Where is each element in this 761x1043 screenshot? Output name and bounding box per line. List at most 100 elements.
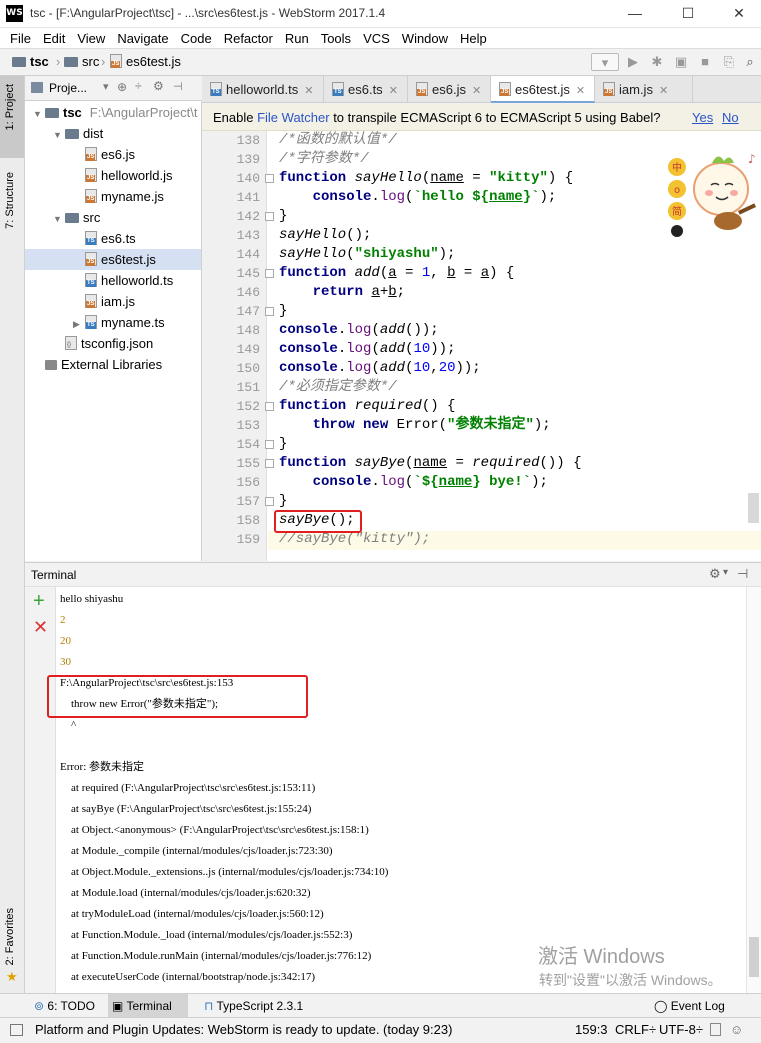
project-view-selector[interactable]: Proje... (49, 81, 87, 95)
todo-tool-tab[interactable]: ⊚ 6: TODO (34, 994, 95, 1018)
caret-position[interactable]: 159:3 (575, 1018, 608, 1042)
new-session-plus-icon[interactable]: + (33, 589, 45, 613)
yes-link[interactable]: Yes (692, 104, 713, 131)
fold-marker-icon[interactable] (265, 269, 274, 278)
tab-es6-ts[interactable]: es6.ts ✕ (324, 76, 408, 103)
tree-item[interactable]: ▼ tsc F:\AngularProject\t (25, 102, 201, 123)
close-tab-icon[interactable]: ✕ (576, 85, 585, 97)
code-line[interactable]: } (279, 492, 287, 511)
code-line[interactable]: /*字符参数*/ (279, 150, 369, 169)
fold-marker-icon[interactable] (265, 212, 274, 221)
terminal-tool-tab[interactable]: ▣ Terminal (108, 994, 188, 1018)
view-dropdown-icon[interactable]: ▾ (103, 80, 109, 93)
code-line[interactable]: /*函数的默认值*/ (279, 131, 397, 150)
tree-item[interactable]: External Libraries (25, 354, 201, 375)
menu-vcs[interactable]: VCS (363, 31, 390, 46)
editor-scrollbar-thumb[interactable] (748, 493, 759, 523)
expand-arrow-icon[interactable]: ▼ (53, 125, 65, 146)
collapse-arrow-icon[interactable]: ▶ (73, 314, 85, 335)
tree-item[interactable]: tsconfig.json (25, 333, 201, 354)
menu-file[interactable]: File (10, 31, 31, 46)
tab-iam-js[interactable]: iam.js ✕ (595, 76, 693, 103)
terminal-scrollbar-thumb[interactable] (749, 937, 759, 977)
minimize-button[interactable]: — (625, 4, 645, 22)
code-line[interactable]: console.log(`${name} bye!`); (279, 473, 548, 492)
tree-item[interactable]: ▶ myname.ts (25, 312, 201, 333)
expand-arrow-icon[interactable]: ▼ (33, 104, 45, 125)
file-encoding[interactable]: UTF-8÷ (659, 1018, 703, 1042)
tree-item[interactable]: helloworld.js (25, 165, 201, 186)
fold-marker-icon[interactable] (265, 174, 274, 183)
terminal-output[interactable]: hello shiyashu 2 20 30 F:\AngularProject\tsc… (56, 587, 746, 993)
tree-item[interactable]: es6test.js (25, 249, 201, 270)
inspector-icon[interactable]: ☺ (730, 1018, 743, 1042)
menu-tools[interactable]: Tools (321, 31, 351, 46)
menu-run[interactable]: Run (285, 31, 309, 46)
code-line[interactable]: console.log(add()); (279, 321, 439, 340)
tree-item[interactable]: es6.ts (25, 228, 201, 249)
vcs-icon[interactable]: ⎘ (720, 53, 738, 71)
close-button[interactable]: ✕ (729, 4, 749, 22)
tree-item[interactable]: iam.js (25, 291, 201, 312)
file-watcher-link[interactable]: File Watcher (257, 110, 329, 125)
terminal-settings-dropdown-icon[interactable]: ▾ (723, 567, 728, 578)
stop-icon[interactable]: ■ (696, 53, 714, 71)
tab-helloworld-ts[interactable]: helloworld.ts ✕ (202, 76, 324, 103)
breadcrumb-tsc[interactable]: tsc (12, 54, 49, 69)
menu-edit[interactable]: Edit (43, 31, 65, 46)
code-line[interactable]: } (279, 207, 287, 226)
close-session-x-icon[interactable]: ✕ (33, 615, 48, 639)
run-icon[interactable]: ▶ (624, 53, 642, 71)
code-line[interactable]: function sayBye(name = required()) { (279, 454, 582, 473)
collapse-all-icon[interactable]: ÷ (135, 79, 142, 93)
close-tab-icon[interactable]: ✕ (659, 85, 668, 97)
menu-window[interactable]: Window (402, 31, 448, 46)
lock-icon[interactable] (710, 1023, 721, 1036)
code-line[interactable]: function add(a = 1, b = a) { (279, 264, 514, 283)
settings-gear-icon[interactable]: ⚙ (153, 79, 164, 93)
tree-item[interactable]: helloworld.ts (25, 270, 201, 291)
code-line[interactable]: } (279, 435, 287, 454)
tab-es6-js[interactable]: es6.js ✕ (408, 76, 491, 103)
tree-item[interactable]: ▼ dist (25, 123, 201, 144)
code-line[interactable]: /*必须指定参数*/ (279, 378, 397, 397)
fold-marker-icon[interactable] (265, 402, 274, 411)
hide-panel-icon[interactable]: ⊣ (173, 80, 183, 93)
code-line[interactable]: function required() { (279, 397, 455, 416)
tree-item[interactable]: myname.js (25, 186, 201, 207)
favorites-tool-tab[interactable]: 2: Favorites (4, 908, 16, 965)
code-line[interactable]: console.log(add(10,20)); (279, 359, 481, 378)
fold-marker-icon[interactable] (265, 497, 274, 506)
menu-refactor[interactable]: Refactor (224, 31, 273, 46)
code-line[interactable]: console.log(`hello ${name}`); (279, 188, 557, 207)
code-line[interactable]: return a+b; (279, 283, 405, 302)
close-tab-icon[interactable]: ✕ (472, 85, 481, 97)
breadcrumb-src[interactable]: src (64, 54, 99, 69)
run-config-dropdown[interactable]: ▾ (591, 53, 619, 71)
event-log-tool-tab[interactable]: ◯ Event Log (654, 994, 725, 1018)
code-editor[interactable]: 138 139 140 141 142 143 144 145 146 147 148 149 150 1… (202, 131, 761, 561)
terminal-scrollbar[interactable] (746, 587, 761, 993)
code-line[interactable]: throw new Error("参数未指定"); (279, 416, 551, 435)
expand-arrow-icon[interactable]: ▼ (53, 209, 65, 230)
close-tab-icon[interactable]: ✕ (304, 85, 313, 97)
code-line[interactable]: function sayHello(name = "kitty") { (279, 169, 573, 188)
tree-item[interactable]: ▼ src (25, 207, 201, 228)
close-tab-icon[interactable]: ✕ (389, 85, 398, 97)
menu-navigate[interactable]: Navigate (117, 31, 168, 46)
breadcrumb-file[interactable]: es6test.js (110, 54, 181, 69)
code-line[interactable]: sayHello(); (279, 226, 371, 245)
no-link[interactable]: No (722, 104, 739, 131)
maximize-button[interactable]: ☐ (678, 4, 698, 22)
toggle-tool-windows-icon[interactable] (10, 1024, 23, 1036)
search-everywhere-icon[interactable]: ⌕ (741, 53, 759, 71)
debug-icon[interactable]: ✱ (648, 53, 666, 71)
terminal-settings-gear-icon[interactable]: ⚙ (709, 566, 721, 582)
tab-es6test-js[interactable]: es6test.js ✕ (491, 76, 595, 103)
line-separator[interactable]: CRLF÷ (615, 1018, 656, 1042)
menu-help[interactable]: Help (460, 31, 487, 46)
code-line[interactable]: console.log(add(10)); (279, 340, 456, 359)
tree-item[interactable]: es6.js (25, 144, 201, 165)
typescript-tool-tab[interactable]: ⊓ TypeScript 2.3.1 (204, 994, 303, 1018)
terminal-hide-icon[interactable]: ⊣ (737, 566, 748, 582)
